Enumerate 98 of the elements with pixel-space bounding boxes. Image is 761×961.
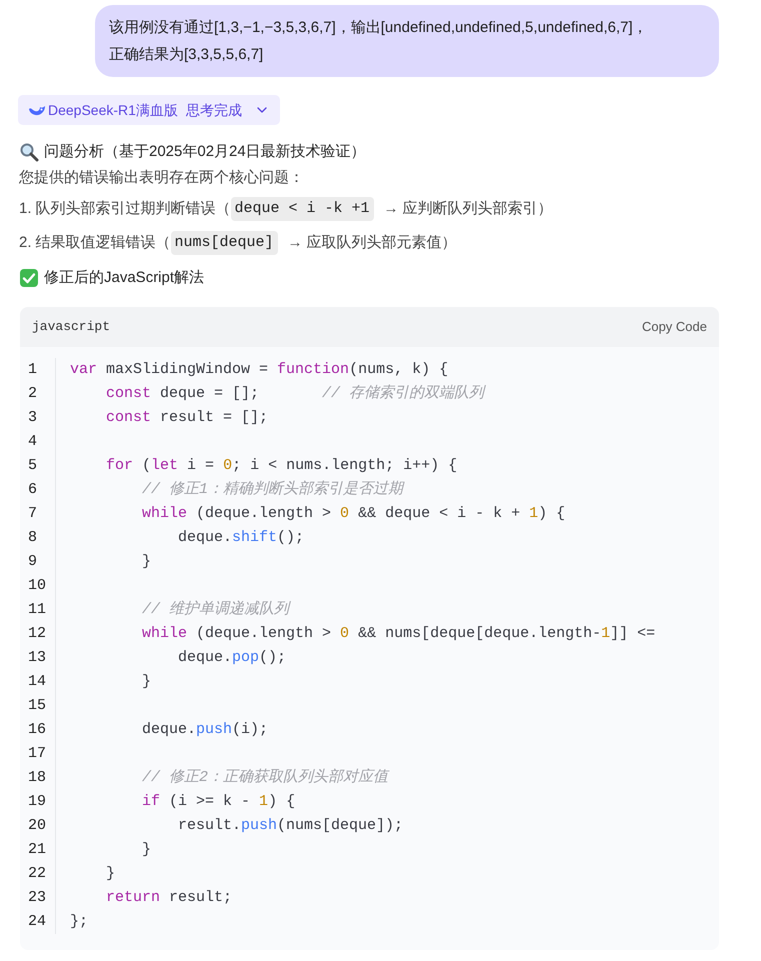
line-number: 14	[28, 672, 46, 692]
code-text: (i >= k -	[168, 792, 252, 812]
code-text: ();	[259, 648, 286, 668]
code-text: i =	[186, 456, 216, 476]
list-text: → 应判断队列头部索引）	[384, 198, 553, 219]
code-number: 1	[601, 624, 610, 644]
line-number: 4	[28, 432, 38, 452]
section-heading: 修正后的JavaScript解法	[44, 268, 204, 288]
code-keyword: var	[70, 360, 98, 380]
line-number: 17	[28, 744, 46, 764]
code-text: result;	[168, 888, 232, 908]
line-number: 12	[28, 624, 46, 644]
code-text: (deque.length >	[195, 624, 332, 644]
line-number: 3	[28, 408, 38, 428]
code-text: deque = [];	[159, 384, 260, 404]
line-number: 20	[28, 816, 46, 836]
code-function: shift	[232, 528, 278, 548]
message-text: 该用例没有通过[1,3,−1,−3,5,3,6,7]，输出[undefined,undefined,5,undefined,6,7]，	[109, 18, 649, 38]
line-number: 11	[28, 600, 46, 620]
code-number: 0	[340, 624, 350, 644]
language-label: javascript	[32, 318, 110, 336]
code-comment: // 修正1：精确判断头部索引是否过期	[142, 480, 404, 500]
code-number: 0	[223, 456, 232, 476]
code-function: push	[241, 816, 278, 836]
code-text: result = [];	[159, 408, 268, 428]
code-text: (deque.length >	[195, 504, 332, 524]
code-keyword: const	[106, 408, 152, 428]
intro-text: 您提供的错误输出表明存在两个核心问题：	[19, 168, 304, 188]
line-number: 23	[28, 888, 46, 908]
code-function: pop	[232, 648, 260, 668]
line-number: 1	[28, 360, 38, 380]
code-text: ]] <=	[610, 624, 656, 644]
line-number: 2	[28, 384, 38, 404]
code-keyword: for	[106, 456, 134, 476]
copy-code-button[interactable]: Copy Code	[642, 317, 707, 337]
code-text: ; i < nums.length; i++) {	[232, 456, 458, 476]
line-number: 6	[28, 480, 38, 500]
line-number: 7	[28, 504, 38, 524]
code-text: (	[141, 456, 152, 476]
code-keyword: return	[106, 888, 160, 908]
code-keyword: if	[142, 792, 160, 812]
line-number: 5	[28, 456, 38, 476]
code-text: }	[142, 672, 152, 692]
code-text: ();	[277, 528, 304, 548]
code-keyword: function	[277, 360, 350, 380]
list-text: 队列头部索引过期判断错误（	[36, 198, 231, 219]
code-keyword: let	[151, 456, 178, 476]
code-text: && deque < i - k +	[357, 504, 522, 524]
inline-code: deque < i -k +1	[230, 196, 374, 222]
line-number: 21	[28, 840, 46, 860]
code-number: 1	[529, 504, 538, 524]
code-text: };	[70, 912, 88, 932]
code-text: (i);	[232, 720, 268, 740]
code-text: }	[142, 840, 152, 860]
inline-code: nums[deque]	[170, 230, 278, 256]
list-text: → 应取队列头部元素值）	[288, 232, 457, 253]
status-text: 思考完成	[186, 100, 242, 120]
code-text: maxSlidingWindow =	[105, 360, 270, 380]
line-number: 24	[28, 912, 46, 932]
code-number: 0	[340, 504, 350, 524]
code-keyword: while	[142, 504, 188, 524]
check-mark-icon	[19, 268, 39, 288]
code-comment: // 维护单调递减队列	[142, 600, 290, 620]
code-text: ) {	[538, 504, 566, 524]
line-number: 13	[28, 648, 46, 668]
code-keyword: while	[142, 624, 188, 644]
line-number: 16	[28, 720, 46, 740]
code-text: }	[142, 552, 152, 572]
code-text: (nums, k) {	[349, 360, 448, 380]
whale-logo-icon	[28, 103, 46, 117]
code-text: deque.	[178, 528, 232, 548]
line-number: 19	[28, 792, 46, 812]
list-number: 2.	[19, 232, 32, 253]
line-number: 15	[28, 696, 46, 716]
line-number: 8	[28, 528, 38, 548]
list-number: 1.	[19, 198, 32, 219]
code-text: deque.	[142, 720, 196, 740]
code-keyword: const	[106, 384, 152, 404]
code-text: }	[106, 864, 116, 884]
code-text: deque.	[178, 648, 232, 668]
code-comment: // 存储索引的双端队列	[322, 384, 484, 404]
message-text: 正确结果为[3,3,5,5,6,7]	[109, 45, 264, 65]
line-number: 10	[28, 576, 46, 596]
section-heading: 问题分析（基于2025年02月24日最新技术验证）	[44, 142, 366, 162]
code-text: && nums[deque[deque.length-	[357, 624, 602, 644]
code-function: push	[196, 720, 232, 740]
magnifier-icon	[19, 142, 39, 162]
line-number: 18	[28, 768, 46, 788]
code-text: ) {	[268, 792, 296, 812]
code-text: (nums[deque]);	[277, 816, 404, 836]
code-text: result.	[178, 816, 242, 836]
thinking-status-button[interactable]: DeepSeek-R1满血版 思考完成	[18, 95, 280, 125]
line-number: 9	[28, 552, 38, 572]
list-text: 结果取值逻辑错误（	[36, 232, 171, 253]
line-number: 22	[28, 864, 46, 884]
model-name: DeepSeek-R1满血版	[48, 100, 178, 120]
code-number: 1	[259, 792, 268, 812]
code-comment: // 修正2：正确获取队列头部对应值	[142, 767, 388, 788]
